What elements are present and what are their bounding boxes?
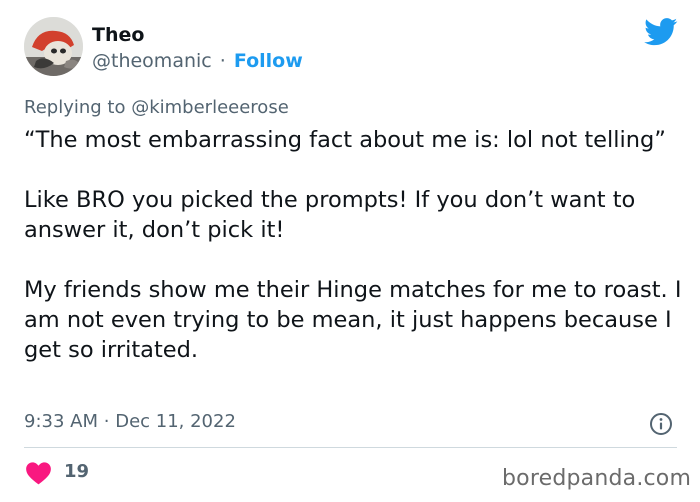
avatar[interactable] [24,17,83,76]
author-handle[interactable]: @theomanic [92,50,212,72]
heart-icon[interactable] [25,460,52,485]
author-display-name[interactable]: Theo [92,23,144,47]
tweet-timestamp[interactable]: 9:33 AM · Dec 11, 2022 [24,410,236,434]
tweet-date[interactable]: Dec 11, 2022 [115,411,236,432]
tweet-time[interactable]: 9:33 AM [24,411,98,432]
watermark: boredpanda.com [502,466,692,491]
follow-button[interactable]: Follow [234,50,303,72]
divider [24,447,677,448]
tweet-text: “The most embarrassing fact about me is:… [24,125,684,365]
replying-to: Replying to @kimberleeerose [24,96,289,120]
author-handle-row: @theomanic · Follow [92,49,303,73]
reply-mention-link[interactable]: @kimberleeerose [131,97,289,118]
replying-prefix: Replying to [24,97,126,118]
handle-separator: · [219,50,226,72]
tweet-card: Theo @theomanic · Follow Replying to @ki… [0,0,700,502]
info-icon[interactable] [649,412,673,436]
like-count[interactable]: 19 [64,460,89,484]
tweet-paragraph: Like BRO you picked the prompts! If you … [24,187,636,243]
avatar-image [24,17,83,76]
twitter-bird-icon[interactable] [644,18,678,46]
tweet-paragraph: “The most embarrassing fact about me is:… [24,127,666,153]
timestamp-separator: · [103,411,110,432]
tweet-paragraph: My friends show me their Hinge matches f… [24,277,682,363]
